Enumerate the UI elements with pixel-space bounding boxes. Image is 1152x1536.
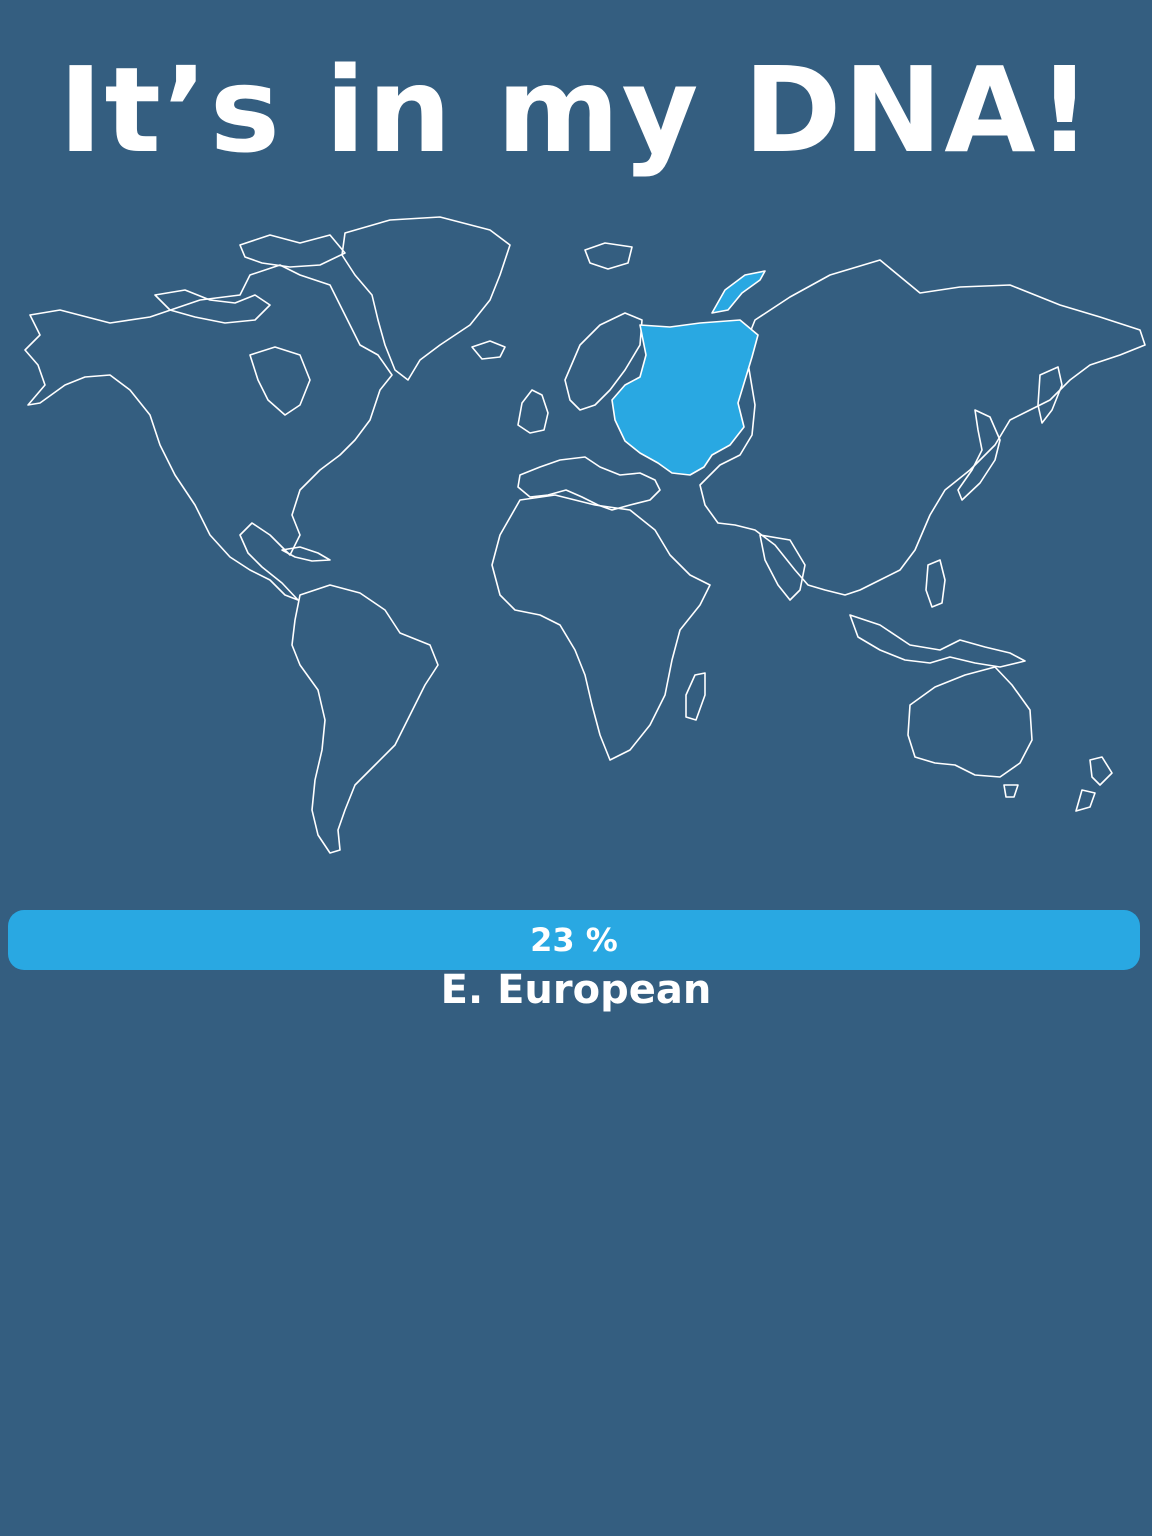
- highlighted-region-novaya-zemlya: [711, 270, 766, 314]
- region-label: E. European: [440, 967, 712, 1013]
- southeast-asia-islands-outline: [849, 614, 1026, 668]
- asia-outline: [699, 259, 1146, 596]
- percentage-label: 23 %: [530, 921, 618, 959]
- greenland-outline: [341, 216, 511, 381]
- india-outline: [759, 534, 806, 601]
- north-america-outline: [24, 264, 393, 601]
- world-map-graphic: [24, 216, 1146, 854]
- new-zealand-outline: [1075, 756, 1113, 812]
- highlighted-region-eastern-europe: [611, 319, 759, 476]
- south-america-outline: [291, 584, 439, 854]
- svalbard-outline: [584, 242, 633, 270]
- europe-outline: [517, 456, 661, 511]
- page-title: It’s in my DNA!: [58, 41, 1094, 179]
- philippines-outline: [925, 559, 946, 608]
- arctic-islands-outline: [154, 289, 271, 324]
- africa-outline: [491, 494, 711, 761]
- world-map: [0, 205, 1152, 865]
- hudson-bay-island-outline: [249, 346, 311, 416]
- uk-outline: [517, 389, 549, 434]
- iceland-outline: [471, 340, 506, 360]
- percentage-bar: 23 %: [8, 910, 1140, 970]
- tasmania-outline: [1003, 784, 1019, 798]
- arctic-islands-2-outline: [239, 234, 346, 268]
- caribbean-outline: [281, 546, 331, 562]
- japan-outline: [957, 409, 1001, 501]
- madagascar-outline: [685, 672, 706, 721]
- australia-outline: [907, 666, 1033, 778]
- kamchatka-outline: [1037, 366, 1063, 424]
